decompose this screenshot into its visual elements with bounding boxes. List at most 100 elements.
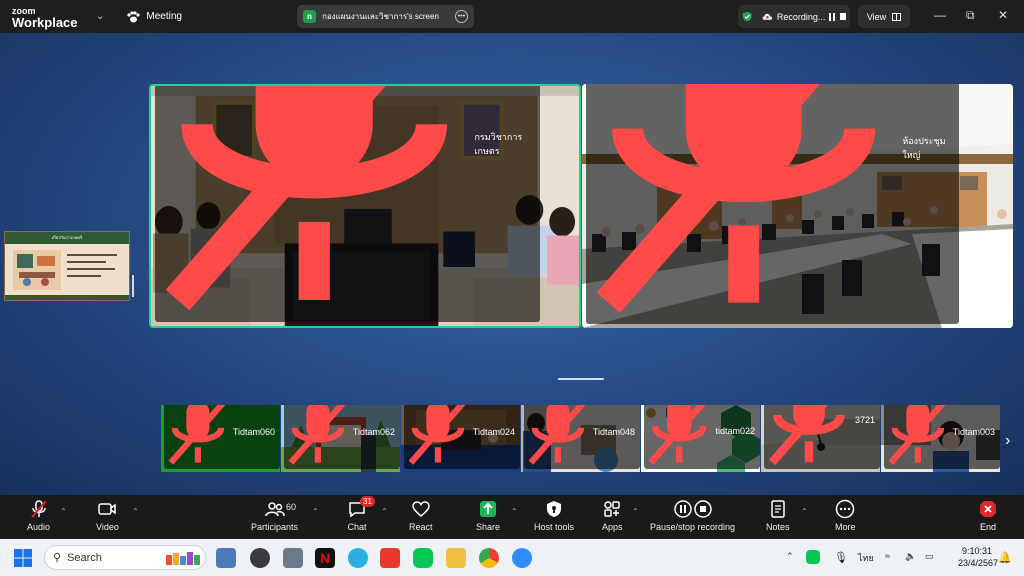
participant-tile[interactable]: Tidtam062	[281, 405, 400, 472]
mic-muted-icon	[408, 405, 466, 466]
mic-muted-icon	[648, 405, 707, 466]
share-arrow-icon	[480, 501, 497, 517]
slide-footer	[5, 295, 129, 300]
participant-name-tag: กรมวิชาการเกษตร	[155, 86, 540, 322]
mic-muted-icon	[596, 84, 876, 313]
participant-name-tag: tidtam022	[644, 405, 760, 469]
participant-tile[interactable]: 3721	[761, 405, 880, 472]
chat-button[interactable]: Chat 31	[347, 496, 375, 532]
participants-button[interactable]: Participants 60	[251, 499, 298, 532]
wifi-icon[interactable]: ≈	[885, 551, 890, 561]
panel-resize-handle[interactable]	[132, 275, 134, 297]
zoom-logo: zoom Workplace	[12, 5, 78, 30]
apps-grid-icon	[604, 501, 620, 517]
notes-button[interactable]: Notes	[766, 499, 790, 532]
taskbar-search[interactable]: ⚲ Search	[44, 545, 206, 570]
view-label: View	[866, 11, 887, 22]
microphone-icon[interactable]: 🎙	[834, 551, 848, 564]
chevron-up-icon[interactable]: ⌃	[132, 507, 139, 516]
close-icon[interactable]: ✕	[998, 8, 1008, 22]
line-icon[interactable]	[413, 548, 433, 568]
participant-strip: Tidtam060 Tidtam062 Tidtam024 Tidtam048 …	[161, 405, 1000, 472]
pause-stop-recording-button[interactable]: Pause/stop recording	[650, 499, 735, 532]
chevron-right-icon[interactable]: ›	[1005, 432, 1010, 450]
zoom-taskbar-icon[interactable]	[512, 548, 532, 568]
meeting-stage: เกี่ยวกับเราเกษตรี กรมวิชาการเกษตร ห้องป…	[0, 33, 1024, 495]
stop-recording-icon[interactable]	[840, 13, 846, 20]
mic-muted-icon	[288, 405, 346, 466]
end-meeting-button[interactable]: End	[978, 499, 998, 532]
chevron-up-icon[interactable]: ⌃	[381, 507, 388, 516]
share-screen-button[interactable]: Share	[476, 499, 500, 532]
pause-stop-icon	[673, 500, 712, 518]
view-button[interactable]: View	[858, 5, 910, 28]
slide-illustration	[13, 250, 61, 290]
title-bar: zoom Workplace ⌄ Meeting n กองแผนงานและว…	[0, 0, 1024, 33]
video-main-right[interactable]: ห้องประชุมใหญ่	[582, 84, 1013, 328]
unread-chat-badge: 31	[360, 496, 375, 507]
system-clock[interactable]: 9:10:31 23/4/2567	[958, 545, 998, 569]
participant-tile[interactable]: Tidtam003	[881, 405, 1000, 472]
battery-icon[interactable]: ▭	[925, 551, 934, 562]
calculator-icon[interactable]	[283, 548, 303, 568]
speedometer-icon[interactable]	[250, 548, 270, 568]
search-icon: ⚲	[53, 552, 62, 564]
task-view-icon[interactable]	[216, 548, 236, 568]
participants-icon	[264, 502, 285, 517]
chevron-up-icon[interactable]: ⌃	[786, 551, 794, 562]
chevron-up-icon[interactable]: ⌃	[632, 507, 639, 516]
chevron-up-icon[interactable]: ⌃	[312, 507, 319, 516]
more-button[interactable]: More	[835, 499, 856, 532]
pause-recording-icon[interactable]	[829, 12, 836, 21]
apps-button[interactable]: Apps	[602, 499, 623, 532]
sharer-badge: n	[303, 10, 316, 23]
chevron-up-icon[interactable]: ⌃	[60, 507, 67, 516]
speaker-icon[interactable]: 🔈	[905, 551, 916, 562]
chevron-down-icon[interactable]: ⌄	[96, 11, 104, 22]
shield-icon	[547, 501, 562, 517]
video-button[interactable]: Video	[96, 499, 119, 532]
more-options-icon[interactable]: •••	[455, 10, 468, 23]
participant-tile[interactable]: tidtam022	[641, 405, 760, 472]
anydesk-icon[interactable]	[380, 548, 400, 568]
audio-button[interactable]: Audio	[27, 499, 50, 532]
search-placeholder: Search	[67, 551, 102, 564]
sharer-label: กองแผนงานและวิชาการ's screen	[322, 12, 439, 21]
file-explorer-icon[interactable]	[446, 548, 466, 568]
chevron-up-icon[interactable]: ⌃	[511, 507, 518, 516]
chevron-up-icon[interactable]: ⌃	[801, 507, 808, 516]
mic-muted-icon	[528, 405, 586, 466]
video-main-left[interactable]: กรมวิชาการเกษตร	[149, 84, 581, 328]
participant-tile[interactable]: Tidtam048	[521, 405, 640, 472]
mic-muted-icon	[769, 405, 845, 465]
restore-icon[interactable]: ⧉	[966, 8, 975, 23]
participant-count: 60	[286, 502, 297, 512]
chrome-icon[interactable]	[479, 548, 499, 568]
gallery-resize-bar[interactable]	[558, 378, 604, 380]
react-button[interactable]: React	[409, 499, 433, 532]
maps-icon[interactable]	[348, 548, 368, 568]
host-tools-button[interactable]: Host tools	[534, 499, 574, 532]
netflix-icon[interactable]: N	[315, 548, 335, 568]
language-indicator[interactable]: ไทย	[858, 551, 874, 565]
recording-label: Recording...	[776, 11, 826, 22]
participant-name-tag: Tidtam060	[164, 405, 280, 469]
participant-name-tag: Tidtam048	[524, 405, 640, 469]
participant-name-tag: 3721	[764, 405, 880, 469]
mic-muted-icon	[168, 405, 226, 466]
paw-icon	[127, 10, 140, 22]
line-tray-icon[interactable]	[806, 550, 820, 564]
mic-muted-icon	[888, 405, 946, 466]
meeting-menu[interactable]: Meeting	[126, 10, 182, 23]
notes-icon	[771, 500, 785, 518]
end-call-icon	[980, 501, 996, 517]
screen-share-banner[interactable]: n กองแผนงานและวิชาการ's screen •••	[297, 5, 474, 28]
recording-indicator[interactable]: Recording...	[738, 5, 850, 28]
windows-start-icon[interactable]	[14, 549, 32, 567]
notification-bell-icon[interactable]: 🔔	[998, 551, 1012, 564]
shared-screen-thumbnail[interactable]: เกี่ยวกับเราเกษตรี	[4, 231, 130, 301]
participant-tile[interactable]: Tidtam024	[401, 405, 520, 472]
gallery-view-icon	[892, 12, 902, 21]
participant-tile[interactable]: Tidtam060	[161, 405, 280, 472]
minimize-icon[interactable]: —	[934, 8, 946, 22]
